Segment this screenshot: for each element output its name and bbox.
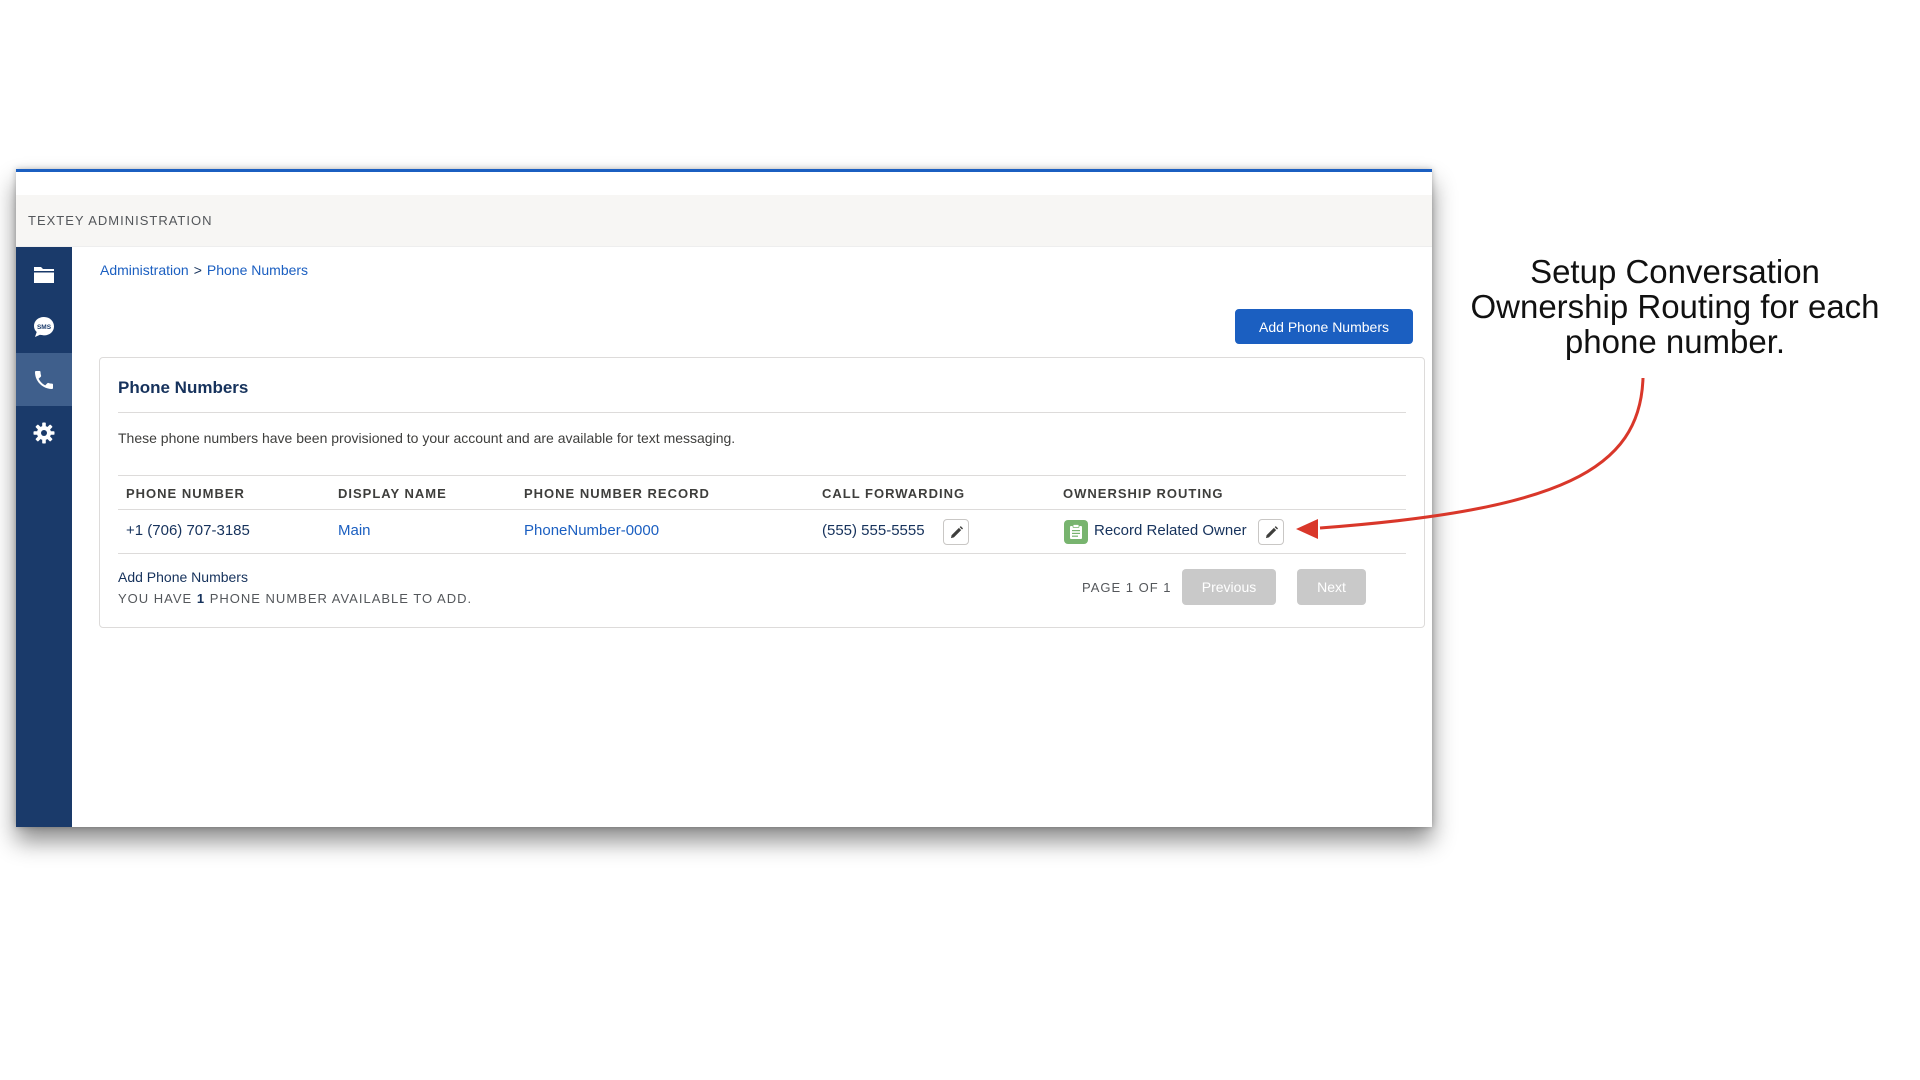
svg-text:SMS: SMS: [37, 324, 52, 331]
breadcrumb: Administration > Phone Numbers: [100, 262, 308, 278]
window-top-strip: [16, 172, 1432, 195]
phone-numbers-table: PHONE NUMBER DISPLAY NAME PHONE NUMBER R…: [118, 475, 1406, 554]
phone-number-record-link[interactable]: PhoneNumber-0000: [524, 522, 659, 539]
call-forwarding-cell: (555) 555-5555: [822, 522, 925, 539]
breadcrumb-separator: >: [193, 262, 202, 278]
app-window: TEXTEY ADMINISTRATION SMS Administration…: [16, 169, 1432, 827]
column-header: PHONE NUMBER RECORD: [524, 486, 710, 501]
pencil-icon: [950, 525, 963, 538]
main-content: Administration > Phone Numbers Add Phone N…: [72, 247, 1432, 827]
available-numbers-note: YOU HAVE 1 PHONE NUMBER AVAILABLE TO ADD…: [118, 591, 472, 606]
sidebar-item-sms[interactable]: SMS: [16, 300, 72, 353]
app-header: TEXTEY ADMINISTRATION: [16, 195, 1432, 247]
card-description: These phone numbers have been provisione…: [118, 430, 736, 446]
app-title: TEXTEY ADMINISTRATION: [28, 213, 213, 228]
note-prefix: YOU HAVE: [118, 591, 193, 606]
card-title: Phone Numbers: [118, 378, 249, 397]
note-count: 1: [196, 591, 206, 606]
phone-icon: [35, 370, 53, 389]
breadcrumb-phone-numbers[interactable]: Phone Numbers: [207, 262, 308, 278]
note-suffix: PHONE NUMBER AVAILABLE TO ADD.: [209, 591, 473, 606]
column-header: PHONE NUMBER: [126, 486, 245, 501]
annotation-line: Setup Conversation: [1530, 253, 1820, 290]
sidebar-item-phone-numbers[interactable]: [16, 353, 72, 406]
previous-button[interactable]: Previous: [1182, 569, 1276, 605]
breadcrumb-administration[interactable]: Administration: [100, 262, 189, 278]
gear-icon: [33, 422, 55, 443]
annotation-callout: Setup Conversation Ownership Routing for…: [1445, 254, 1905, 359]
annotation-line: Ownership Routing for each: [1470, 288, 1880, 325]
edit-call-forwarding-button[interactable]: [943, 519, 969, 545]
table-header: PHONE NUMBER DISPLAY NAME PHONE NUMBER R…: [118, 475, 1406, 510]
sms-icon: SMS: [34, 316, 54, 337]
folder-icon: [34, 266, 54, 283]
annotation-line: phone number.: [1564, 323, 1786, 360]
next-button[interactable]: Next: [1297, 569, 1366, 605]
ownership-routing-cell: Record Related Owner: [1094, 522, 1247, 539]
display-name-link[interactable]: Main: [338, 522, 371, 539]
card-divider: [118, 412, 1406, 413]
pencil-icon: [1265, 525, 1278, 538]
add-phone-numbers-button[interactable]: Add Phone Numbers: [1235, 309, 1413, 344]
page-indicator: PAGE 1 OF 1: [1082, 580, 1172, 595]
phone-number-cell: +1 (706) 707-3185: [126, 522, 250, 539]
sidebar-item-settings[interactable]: [16, 406, 72, 459]
column-header: OWNERSHIP ROUTING: [1063, 486, 1224, 501]
column-header: DISPLAY NAME: [338, 486, 447, 501]
edit-ownership-routing-button[interactable]: [1258, 519, 1284, 545]
sidebar-item-files[interactable]: [16, 247, 72, 300]
table-row: +1 (706) 707-3185 Main PhoneNumber-0000 …: [118, 510, 1406, 554]
phone-numbers-card: Phone Numbers These phone numbers have b…: [99, 357, 1425, 628]
add-phone-numbers-link[interactable]: Add Phone Numbers: [118, 569, 248, 585]
column-header: CALL FORWARDING: [822, 486, 966, 501]
sidebar: SMS: [16, 247, 72, 827]
clipboard-icon: [1064, 520, 1088, 544]
